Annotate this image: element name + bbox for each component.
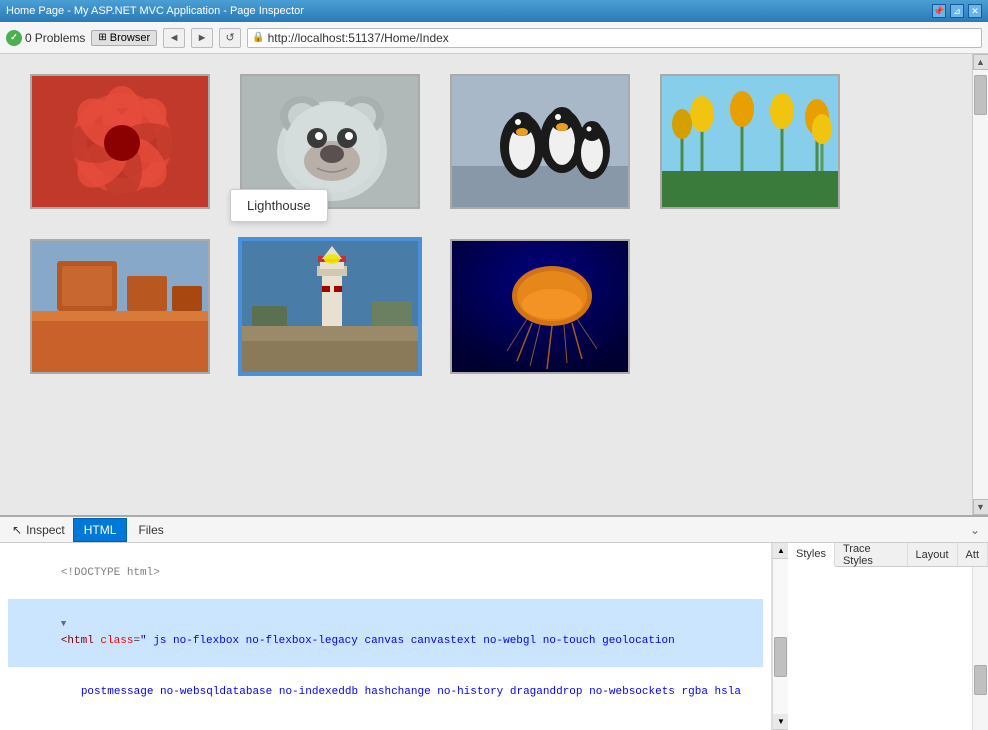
tooltip-box: Lighthouse (230, 189, 328, 222)
pin-btn[interactable]: 📌 (932, 4, 946, 18)
browser-button[interactable]: ⊞ Browser (91, 30, 157, 46)
right-panel-tabs: Styles Trace Styles Layout Att (788, 543, 988, 567)
collapse-triangle[interactable]: ▼ (61, 619, 66, 629)
tab-layout[interactable]: Layout (908, 543, 958, 566)
inspector-panel: ↖ Inspect HTML Files ⌄ <!DOCTYPE html> ▼… (0, 515, 988, 730)
address-bar[interactable] (268, 31, 977, 45)
empty-cell (660, 239, 840, 374)
title-bar: Home Page - My ASP.NET MVC Application -… (0, 0, 988, 22)
window-title: Home Page - My ASP.NET MVC Application -… (6, 5, 304, 17)
html-line-html-class3: multiplebgs backgroundsize no-borderimag… (8, 718, 763, 730)
browser-label: Browser (110, 32, 150, 44)
inspector-scroll-track[interactable] (773, 559, 788, 714)
image-grid-row2: Lighthouse (30, 239, 942, 374)
browser-icon: ⊞ (98, 32, 106, 43)
tab-files[interactable]: Files (127, 518, 174, 542)
inspector-scroll-up[interactable]: ▲ (773, 543, 789, 559)
inspect-cursor-icon: ↖ (12, 523, 22, 537)
close-btn[interactable]: ✕ (968, 4, 982, 18)
browser-viewport: Lighthouse (0, 54, 988, 515)
image-tulips (660, 74, 840, 209)
html-line-html[interactable]: ▼ <html class=" js no-flexbox no-flexbox… (8, 599, 763, 667)
image-penguins (450, 74, 630, 209)
scroll-thumb[interactable] (974, 75, 987, 115)
tab-trace-styles[interactable]: Trace Styles (835, 543, 908, 566)
right-panel-scrollbar[interactable] (972, 567, 988, 730)
image-lighthouse (240, 239, 420, 374)
html-line-html-class2: postmessage no-websqldatabase no-indexed… (8, 667, 763, 719)
tab-html[interactable]: HTML (73, 518, 128, 542)
tooltip-text: Lighthouse (247, 198, 311, 213)
inspector-scrollbar[interactable]: ▲ ▼ (772, 543, 788, 730)
image-desert (30, 239, 210, 374)
image-flower (30, 74, 210, 209)
tab-att[interactable]: Att (958, 543, 988, 566)
expand-icon[interactable]: ⌄ (966, 519, 984, 541)
right-panel: Styles Trace Styles Layout Att (788, 543, 988, 730)
right-panel-content (788, 567, 988, 730)
nav-back-button[interactable]: ◄ (163, 28, 185, 48)
toolbar: ✓ 0 Problems ⊞ Browser ◄ ► ↺ 🔒 (0, 22, 988, 54)
scroll-up-btn[interactable]: ▲ (973, 54, 988, 70)
image-jellyfish (450, 239, 630, 374)
window-controls: 📌 ⊿ ✕ (932, 4, 982, 18)
problems-count: 0 (25, 31, 32, 45)
page-content: Lighthouse (0, 54, 972, 515)
inspector-scroll-thumb[interactable] (774, 637, 787, 677)
html-line-doctype: <!DOCTYPE html> (8, 547, 763, 599)
inspector-body: <!DOCTYPE html> ▼ <html class=" js no-fl… (0, 543, 988, 730)
nav-refresh-button[interactable]: ↺ (219, 28, 241, 48)
inspector-scroll-down[interactable]: ▼ (773, 714, 789, 730)
inspect-button[interactable]: ↖ Inspect (4, 520, 73, 540)
image-grid-row1 (30, 74, 942, 209)
scroll-down-btn[interactable]: ▼ (973, 499, 988, 515)
address-bar-container: 🔒 (247, 28, 982, 48)
nav-forward-button[interactable]: ► (191, 28, 213, 48)
inspect-label: Inspect (26, 523, 65, 537)
pin2-btn[interactable]: ⊿ (950, 4, 964, 18)
problems-icon: ✓ (6, 30, 22, 46)
viewport-scrollbar[interactable]: ▲ ▼ (972, 54, 988, 515)
scroll-track[interactable] (973, 70, 988, 499)
problems-label: Problems (35, 31, 86, 45)
html-tree-panel[interactable]: <!DOCTYPE html> ▼ <html class=" js no-fl… (0, 543, 772, 730)
right-scroll-thumb[interactable] (974, 665, 987, 695)
problems-area: ✓ 0 Problems (6, 30, 85, 46)
address-icon: 🔒 (252, 32, 264, 43)
tab-styles[interactable]: Styles (788, 543, 835, 567)
inspector-tabs-bar: ↖ Inspect HTML Files ⌄ (0, 517, 988, 543)
